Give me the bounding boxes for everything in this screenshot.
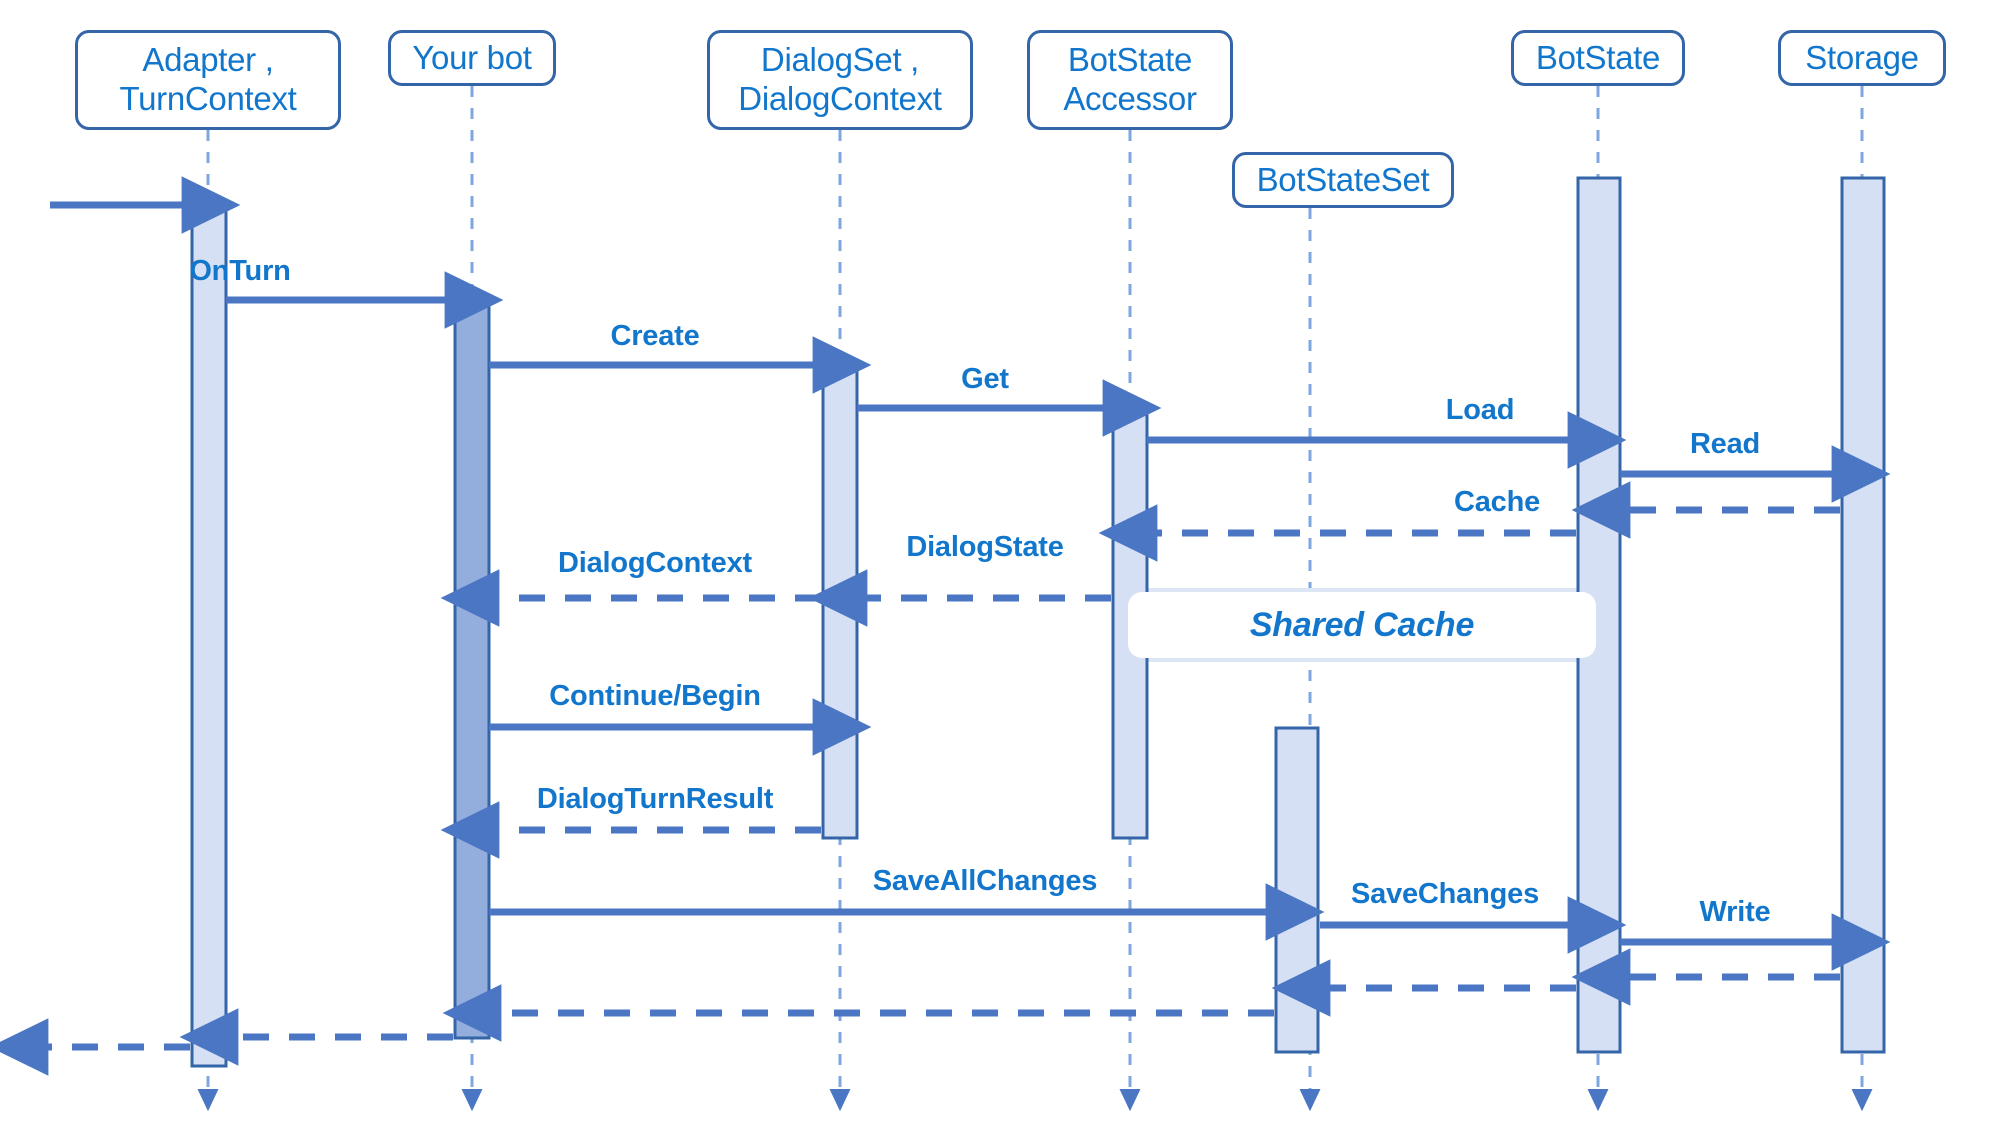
participant-box-dialogset-dialogcontext[interactable]: DialogSet , DialogContext bbox=[707, 30, 973, 130]
act-stateset[interactable] bbox=[1274, 726, 1320, 1054]
message-label-get: Get bbox=[961, 363, 1009, 395]
message-label-dialogturnresult: DialogTurnResult bbox=[536, 783, 774, 815]
message-label-onturn: OnTurn bbox=[189, 255, 291, 287]
act-yourbot[interactable] bbox=[453, 296, 491, 1040]
participant-box-adapter-turncontext[interactable]: Adapter , TurnContext bbox=[75, 30, 341, 130]
participant-box-storage[interactable]: Storage bbox=[1778, 30, 1946, 86]
participant-box-your-bot[interactable]: Your bot bbox=[388, 30, 556, 86]
message-label-savechanges: SaveChanges bbox=[1351, 878, 1539, 910]
message-label-read: Read bbox=[1689, 428, 1761, 460]
act-dialogset[interactable] bbox=[821, 362, 859, 840]
message-label-load: Load bbox=[1445, 394, 1515, 426]
note-shared-cache: Shared Cache bbox=[1128, 592, 1596, 658]
activation-bars-group bbox=[190, 176, 1886, 1068]
participant-box-botstate[interactable]: BotState bbox=[1511, 30, 1685, 86]
message-label-dialogcontext: DialogContext bbox=[558, 547, 752, 579]
participant-box-botstateset[interactable]: BotStateSet bbox=[1232, 152, 1454, 208]
message-label-dialogstate: DialogState bbox=[906, 531, 1064, 563]
act-storage[interactable] bbox=[1840, 176, 1886, 1054]
act-adapter[interactable] bbox=[190, 198, 228, 1068]
message-label-continue-begin: Continue/Begin bbox=[549, 680, 761, 712]
sequence-diagram-canvas: Adapter , TurnContext Your bot DialogSet… bbox=[0, 0, 2000, 1125]
message-label-write: Write bbox=[1699, 896, 1771, 928]
participant-box-botstate-accessor[interactable]: BotState Accessor bbox=[1027, 30, 1233, 130]
message-label-cache: Cache bbox=[1453, 486, 1541, 518]
message-label-saveallchanges: SaveAllChanges bbox=[872, 865, 1098, 897]
message-label-create: Create bbox=[610, 320, 700, 352]
